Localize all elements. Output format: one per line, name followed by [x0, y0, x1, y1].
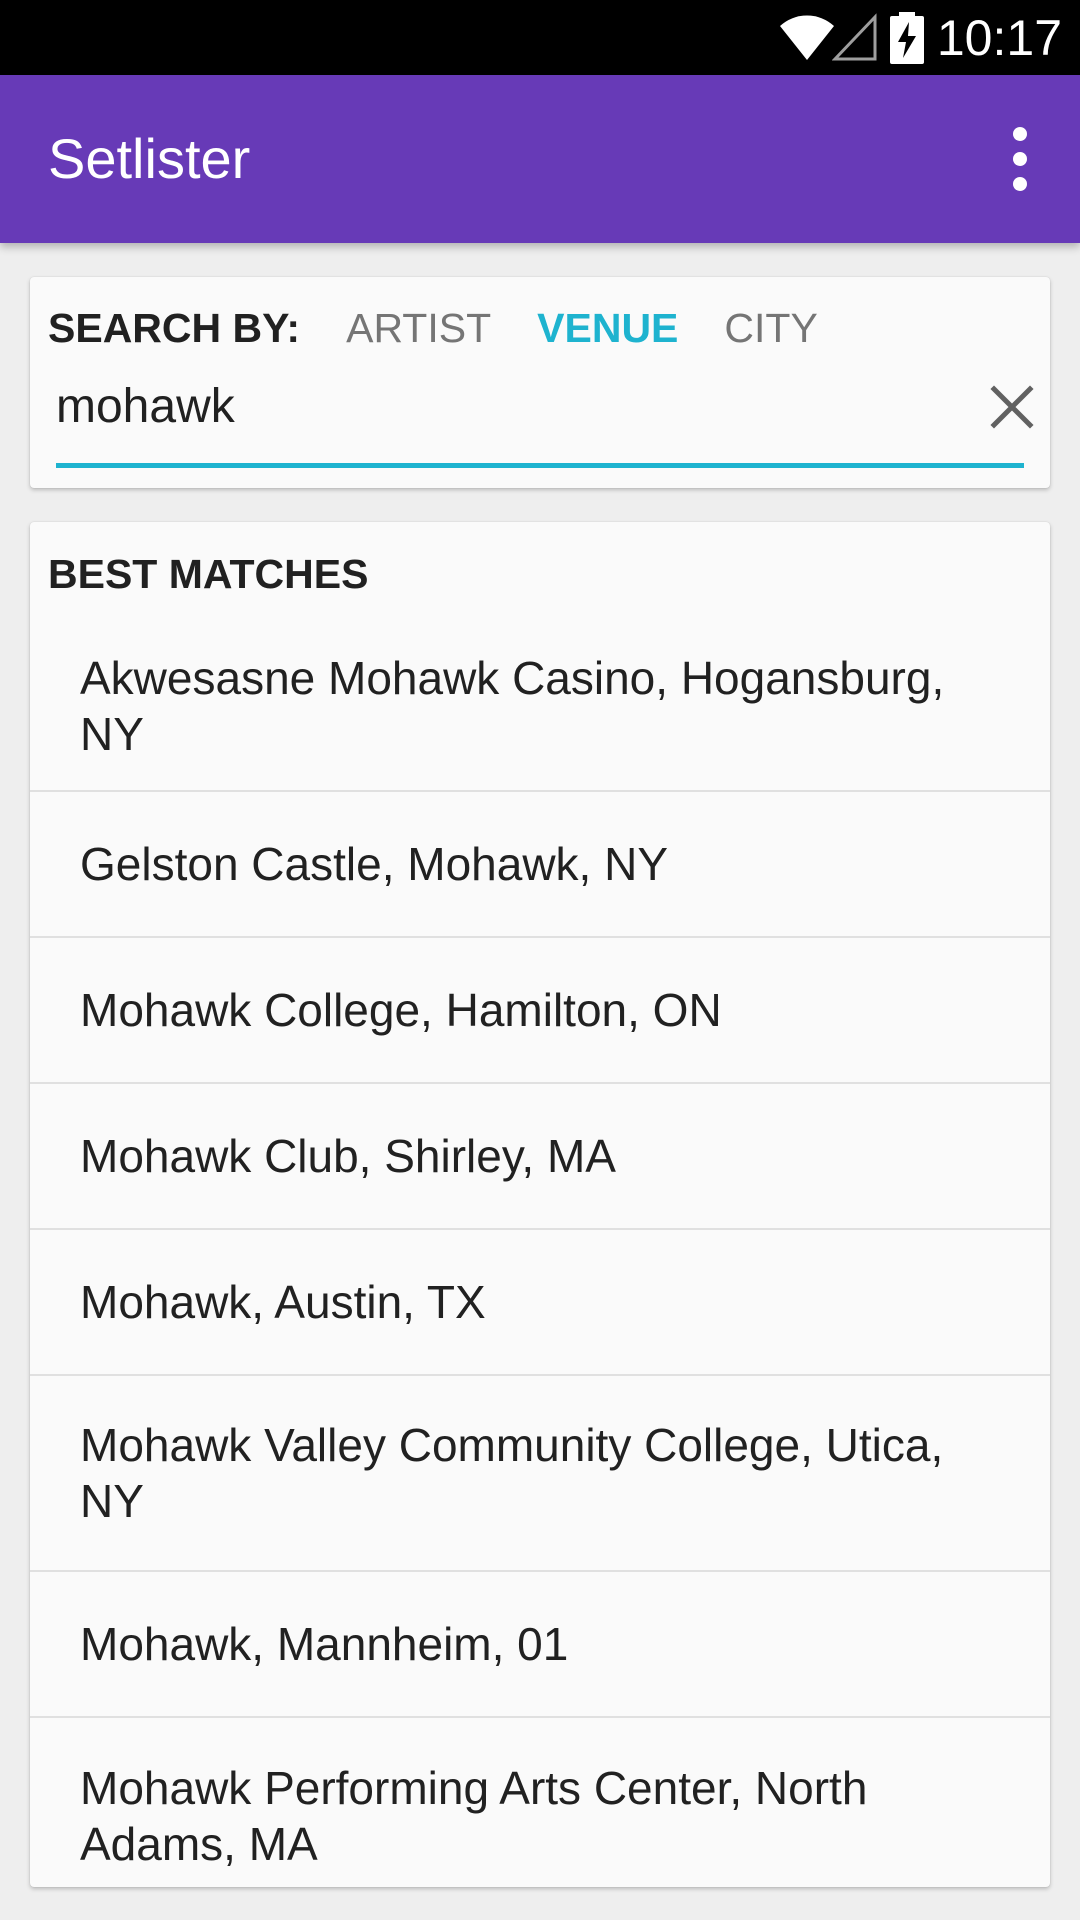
- results-card: BEST MATCHES Akwesasne Mohawk Casino, Ho…: [30, 522, 1050, 1887]
- search-input-underline: [56, 463, 1024, 468]
- tab-venue[interactable]: VENUE: [537, 305, 678, 352]
- status-time: 10:17: [936, 10, 1062, 66]
- list-item-label: Mohawk Club, Shirley, MA: [80, 1130, 616, 1182]
- list-item[interactable]: Gelston Castle, Mohawk, NY: [30, 792, 1050, 938]
- list-item[interactable]: Mohawk, Austin, TX: [30, 1230, 1050, 1376]
- search-by-row: SEARCH BY: ARTIST VENUE CITY: [48, 298, 864, 358]
- list-item-label: Mohawk, Mannheim, 01: [80, 1618, 569, 1670]
- results-list: Akwesasne Mohawk Casino, Hogansburg, NY …: [30, 622, 1050, 1887]
- list-item-label: Mohawk College, Hamilton, ON: [80, 984, 722, 1036]
- tab-artist[interactable]: ARTIST: [346, 305, 491, 352]
- search-card: SEARCH BY: ARTIST VENUE CITY: [30, 277, 1050, 488]
- overflow-menu-icon[interactable]: [990, 127, 1050, 191]
- best-matches-header: BEST MATCHES: [48, 551, 369, 597]
- wifi-icon: [780, 15, 834, 60]
- list-item[interactable]: Mohawk Performing Arts Center, North Ada…: [30, 1718, 1050, 1887]
- status-bar: 10:17: [0, 0, 1080, 75]
- app-title: Setlister: [48, 127, 251, 190]
- list-item-label: Mohawk Performing Arts Center, North Ada…: [80, 1762, 868, 1870]
- battery-charging-icon: [890, 12, 924, 64]
- tab-city[interactable]: CITY: [724, 305, 817, 352]
- app-bar: Setlister: [0, 75, 1080, 243]
- search-by-label: SEARCH BY:: [48, 304, 301, 351]
- list-item-label: Mohawk, Austin, TX: [80, 1276, 486, 1328]
- list-item-label: Akwesasne Mohawk Casino, Hogansburg, NY: [80, 652, 945, 760]
- signal-icon: [832, 13, 877, 61]
- list-item[interactable]: Mohawk Valley Community College, Utica, …: [30, 1376, 1050, 1572]
- search-input[interactable]: [56, 377, 996, 437]
- list-item[interactable]: Mohawk, Mannheim, 01: [30, 1572, 1050, 1718]
- list-item-label: Gelston Castle, Mohawk, NY: [80, 838, 669, 890]
- list-item[interactable]: Akwesasne Mohawk Casino, Hogansburg, NY: [30, 622, 1050, 792]
- list-item-label: Mohawk Valley Community College, Utica, …: [80, 1419, 944, 1527]
- list-item[interactable]: Mohawk Club, Shirley, MA: [30, 1084, 1050, 1230]
- list-item[interactable]: Mohawk College, Hamilton, ON: [30, 938, 1050, 1084]
- close-icon[interactable]: [988, 383, 1036, 431]
